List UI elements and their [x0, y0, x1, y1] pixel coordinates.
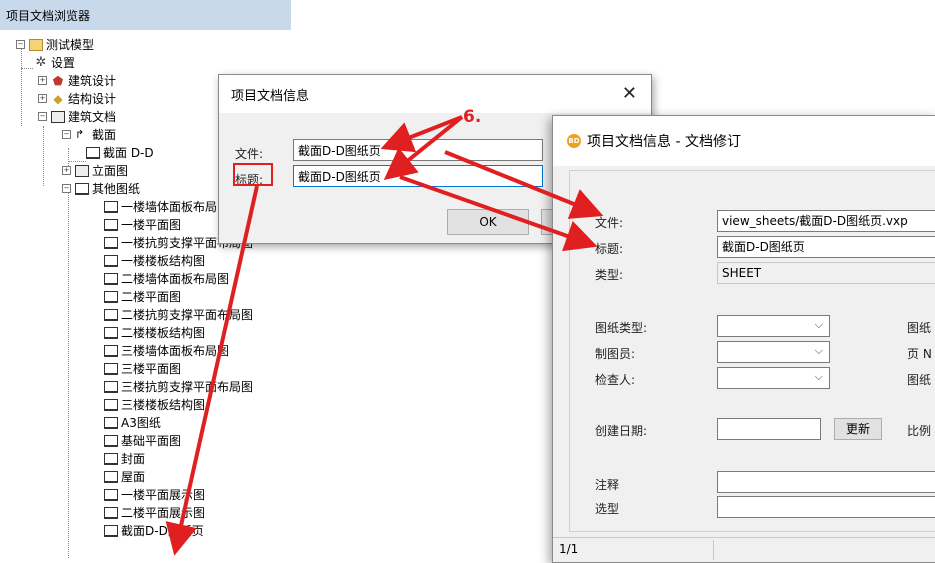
annotation-arrows	[165, 115, 604, 556]
arrow-to-file-field	[380, 115, 463, 153]
arrow-to-tree-sheet	[165, 185, 259, 556]
arrow-to-title-field	[383, 115, 464, 181]
arrow-to-revision-title	[399, 175, 598, 252]
arrow-to-revision-file	[444, 150, 604, 219]
